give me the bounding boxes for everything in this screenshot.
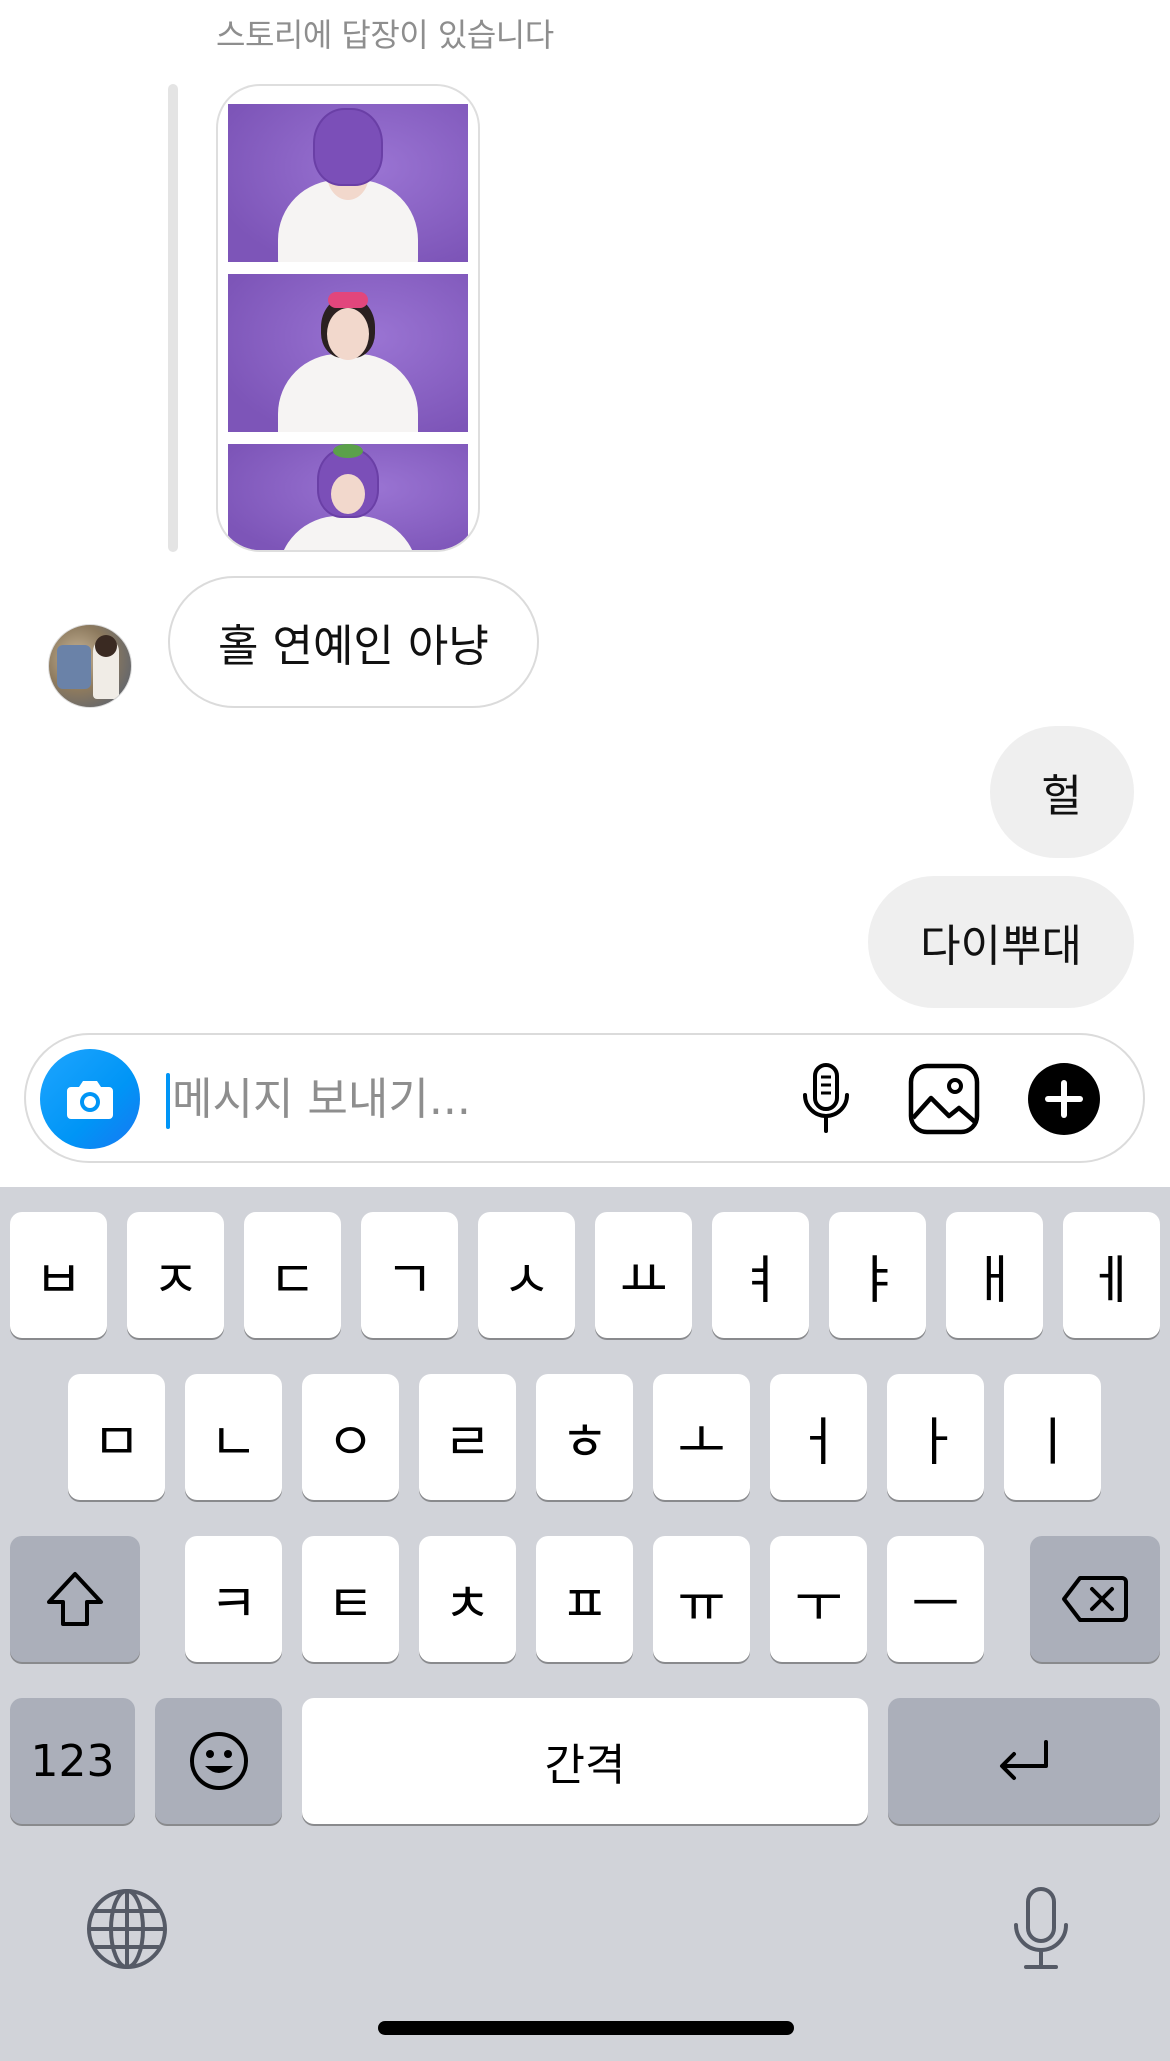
key-yeo[interactable]: ㅕ: [712, 1212, 809, 1338]
key-mieum[interactable]: ㅁ: [68, 1374, 165, 1500]
key-e[interactable]: ㅔ: [1063, 1212, 1160, 1338]
key-ae[interactable]: ㅐ: [946, 1212, 1043, 1338]
voice-message-button[interactable]: [784, 1057, 868, 1141]
globe-icon: [87, 1889, 167, 1969]
text-cursor: [166, 1073, 170, 1129]
key-jieut[interactable]: ㅈ: [127, 1212, 224, 1338]
key-pieup[interactable]: ㅍ: [536, 1536, 633, 1662]
message-composer: [24, 1033, 1145, 1163]
photo-strip-frame-2: [228, 274, 468, 432]
outgoing-message-bubble[interactable]: 헐: [989, 726, 1134, 858]
key-chieut[interactable]: ㅊ: [419, 1536, 516, 1662]
shift-key[interactable]: [10, 1536, 140, 1662]
globe-button[interactable]: [82, 1884, 172, 1974]
incoming-message-text: 홀 연예인 아냥: [218, 621, 489, 672]
key-a[interactable]: ㅏ: [887, 1374, 984, 1500]
key-bieup[interactable]: ㅂ: [10, 1212, 107, 1338]
key-ya[interactable]: ㅑ: [829, 1212, 926, 1338]
dictation-button[interactable]: [996, 1884, 1086, 1974]
key-nieun[interactable]: ㄴ: [185, 1374, 282, 1500]
emoji-icon: [189, 1732, 248, 1790]
space-key[interactable]: 간격: [302, 1698, 868, 1824]
dictation-icon: [1014, 1887, 1068, 1969]
key-tieut[interactable]: ㅌ: [302, 1536, 399, 1662]
key-digeut[interactable]: ㄷ: [244, 1212, 341, 1338]
key-o[interactable]: ㅗ: [653, 1374, 750, 1500]
more-options-button[interactable]: [1022, 1057, 1106, 1141]
outgoing-message-bubble[interactable]: 다이뿌대: [868, 876, 1134, 1008]
key-eo[interactable]: ㅓ: [770, 1374, 867, 1500]
return-key[interactable]: [888, 1698, 1160, 1824]
camera-button[interactable]: [40, 1049, 140, 1149]
story-thumbnail[interactable]: [216, 84, 480, 552]
message-input[interactable]: [172, 1055, 772, 1143]
chat-thread: 스토리에 답장이 있습니다 홀 연예인 아냥 헐 다이뿌대 메시지 보내기...: [0, 0, 1170, 1185]
backspace-key[interactable]: [1030, 1536, 1160, 1662]
key-eu[interactable]: ㅡ: [887, 1536, 984, 1662]
backspace-icon: [1062, 1576, 1128, 1622]
key-i[interactable]: ㅣ: [1004, 1374, 1101, 1500]
key-yu[interactable]: ㅠ: [653, 1536, 750, 1662]
reply-indicator-bar: [168, 84, 178, 552]
story-reply-note: 스토리에 답장이 있습니다: [216, 16, 554, 54]
gallery-icon: [908, 1063, 980, 1135]
outgoing-message-text: 다이뿌대: [920, 921, 1082, 972]
numbers-key[interactable]: 123: [10, 1698, 135, 1824]
shift-icon: [47, 1572, 103, 1626]
key-yo[interactable]: ㅛ: [595, 1212, 692, 1338]
key-giyeok[interactable]: ㄱ: [361, 1212, 458, 1338]
key-siot[interactable]: ㅅ: [478, 1212, 575, 1338]
emoji-key[interactable]: [155, 1698, 282, 1824]
key-kieuk[interactable]: ㅋ: [185, 1536, 282, 1662]
key-rieul[interactable]: ㄹ: [419, 1374, 516, 1500]
gallery-button[interactable]: [902, 1057, 986, 1141]
photo-strip-frame-3: [228, 444, 468, 550]
key-hieut[interactable]: ㅎ: [536, 1374, 633, 1500]
photo-strip-frame-1: [228, 104, 468, 262]
home-indicator[interactable]: [378, 2021, 794, 2035]
plus-icon: [1028, 1063, 1100, 1135]
key-u[interactable]: ㅜ: [770, 1536, 867, 1662]
microphone-icon: [803, 1063, 849, 1133]
return-icon: [1000, 1740, 1048, 1780]
sender-avatar[interactable]: [48, 624, 132, 708]
outgoing-message-text: 헐: [1041, 771, 1082, 822]
korean-keyboard: ㅂ ㅈ ㄷ ㄱ ㅅ ㅛ ㅕ ㅑ ㅐ ㅔ ㅁ ㄴ ㅇ ㄹ ㅎ ㅗ ㅓ ㅏ ㅣ ㅋ …: [0, 1187, 1170, 2061]
incoming-message-bubble[interactable]: 홀 연예인 아냥: [168, 576, 539, 708]
key-ieung[interactable]: ㅇ: [302, 1374, 399, 1500]
camera-icon: [67, 1081, 113, 1119]
